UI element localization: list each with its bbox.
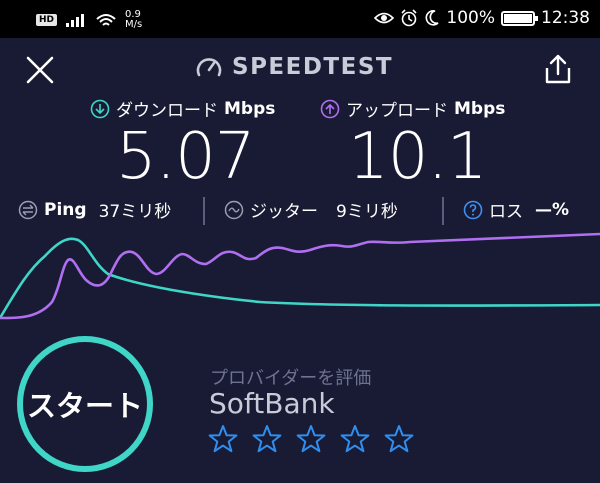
wifi-icon: [96, 14, 116, 26]
eye-icon: [374, 12, 395, 24]
hd-badge: HD: [36, 14, 58, 26]
signal-icon: [66, 14, 85, 27]
star-icon[interactable]: [384, 424, 414, 454]
upload-icon: [320, 99, 340, 118]
ping-stat: Ping 37ミリ秒: [18, 197, 171, 222]
loss-label: ロス: [489, 202, 523, 222]
status-left: HD 0.9 M/s: [36, 10, 155, 30]
download-header: ダウンロード Mbps: [90, 96, 275, 121]
upload-label: アップロード: [346, 101, 448, 121]
upload-value: 10.1: [348, 120, 487, 194]
help-icon[interactable]: [463, 200, 483, 220]
battery-fill: [504, 13, 532, 23]
app-title: SPEEDTEST: [232, 54, 394, 80]
download-value: 5.07: [116, 120, 255, 194]
upload-header: アップロード Mbps: [320, 96, 505, 121]
jitter-icon: [224, 200, 244, 219]
star-icon[interactable]: [208, 424, 238, 454]
jitter-label: ジッター: [250, 202, 318, 222]
provider-name: SoftBank: [209, 387, 335, 420]
ping-label: Ping: [44, 199, 87, 220]
start-button-label: スタート: [26, 389, 143, 423]
jitter-stat: ジッター 9ミリ秒: [224, 197, 398, 222]
net-speed-unit: M/s: [125, 19, 143, 30]
share-icon[interactable]: [541, 52, 575, 86]
stats-divider: [442, 197, 444, 225]
clock: 12:38: [541, 8, 590, 28]
jitter-value: 9ミリ秒: [336, 202, 398, 222]
start-button[interactable]: スタート: [17, 336, 153, 472]
download-label: ダウンロード: [116, 101, 218, 121]
stats-divider: [203, 197, 205, 225]
stats-row: Ping 37ミリ秒 ジッター 9ミリ秒 ロス —%: [0, 197, 600, 227]
star-icon[interactable]: [296, 424, 326, 454]
loss-stat: ロス —%: [463, 197, 569, 222]
alarm-icon: [401, 9, 417, 27]
battery-percent: 100%: [446, 8, 495, 28]
close-icon[interactable]: [24, 54, 56, 86]
rating-stars: [208, 424, 414, 454]
download-unit: Mbps: [224, 98, 276, 119]
moon-icon: [425, 10, 439, 26]
speed-graph: [0, 232, 600, 320]
speedometer-icon: [196, 58, 222, 77]
status-bar: HD 0.9 M/s 100% 12:38: [0, 0, 600, 38]
download-icon: [90, 99, 110, 118]
net-speed: 0.9 M/s: [125, 10, 155, 30]
loss-value: —%: [535, 199, 570, 220]
ping-value: 37ミリ秒: [98, 202, 172, 222]
ping-icon: [18, 200, 38, 219]
star-icon[interactable]: [340, 424, 370, 454]
status-right: 100% 12:38: [374, 8, 590, 28]
star-icon[interactable]: [252, 424, 282, 454]
upload-unit: Mbps: [454, 98, 506, 119]
app-header: SPEEDTEST: [195, 54, 393, 80]
battery-icon: [501, 10, 538, 26]
